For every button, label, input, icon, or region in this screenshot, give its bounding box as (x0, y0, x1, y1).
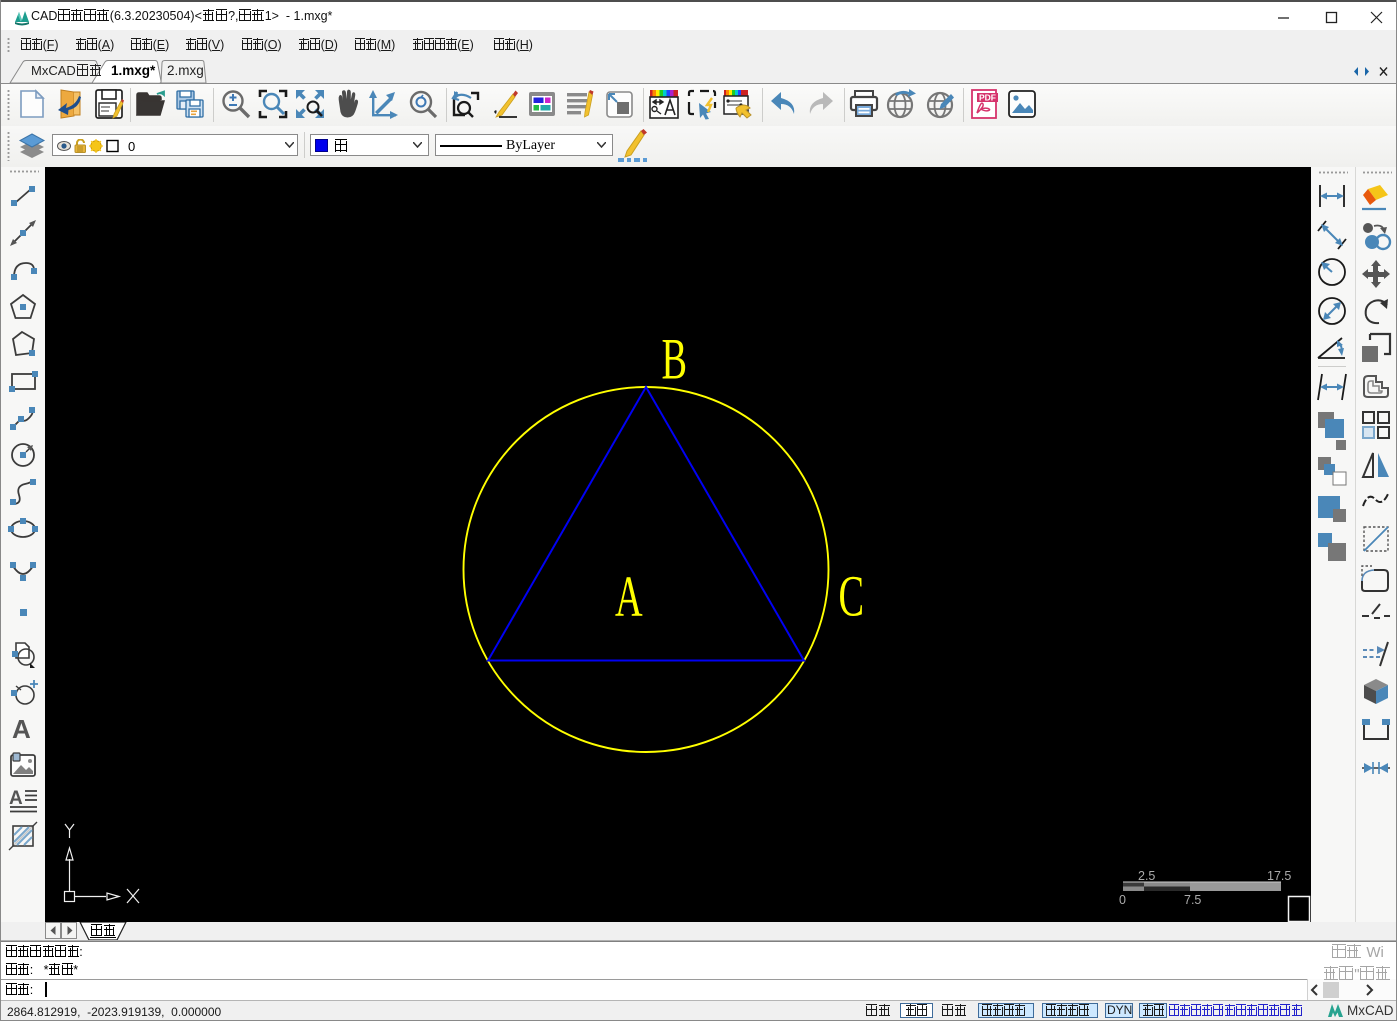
svg-text:17.5: 17.5 (1267, 869, 1291, 883)
svg-text:7.5: 7.5 (1184, 893, 1201, 907)
svg-text:A: A (9, 788, 23, 809)
svg-text:B: B (662, 327, 688, 392)
svg-text:0: 0 (1119, 893, 1126, 907)
svg-text:A: A (615, 564, 643, 629)
svg-text:A: A (12, 714, 31, 743)
svg-text:2.5: 2.5 (1138, 869, 1155, 883)
svg-text:C: C (839, 564, 865, 629)
svg-text:PDF: PDF (979, 93, 996, 103)
